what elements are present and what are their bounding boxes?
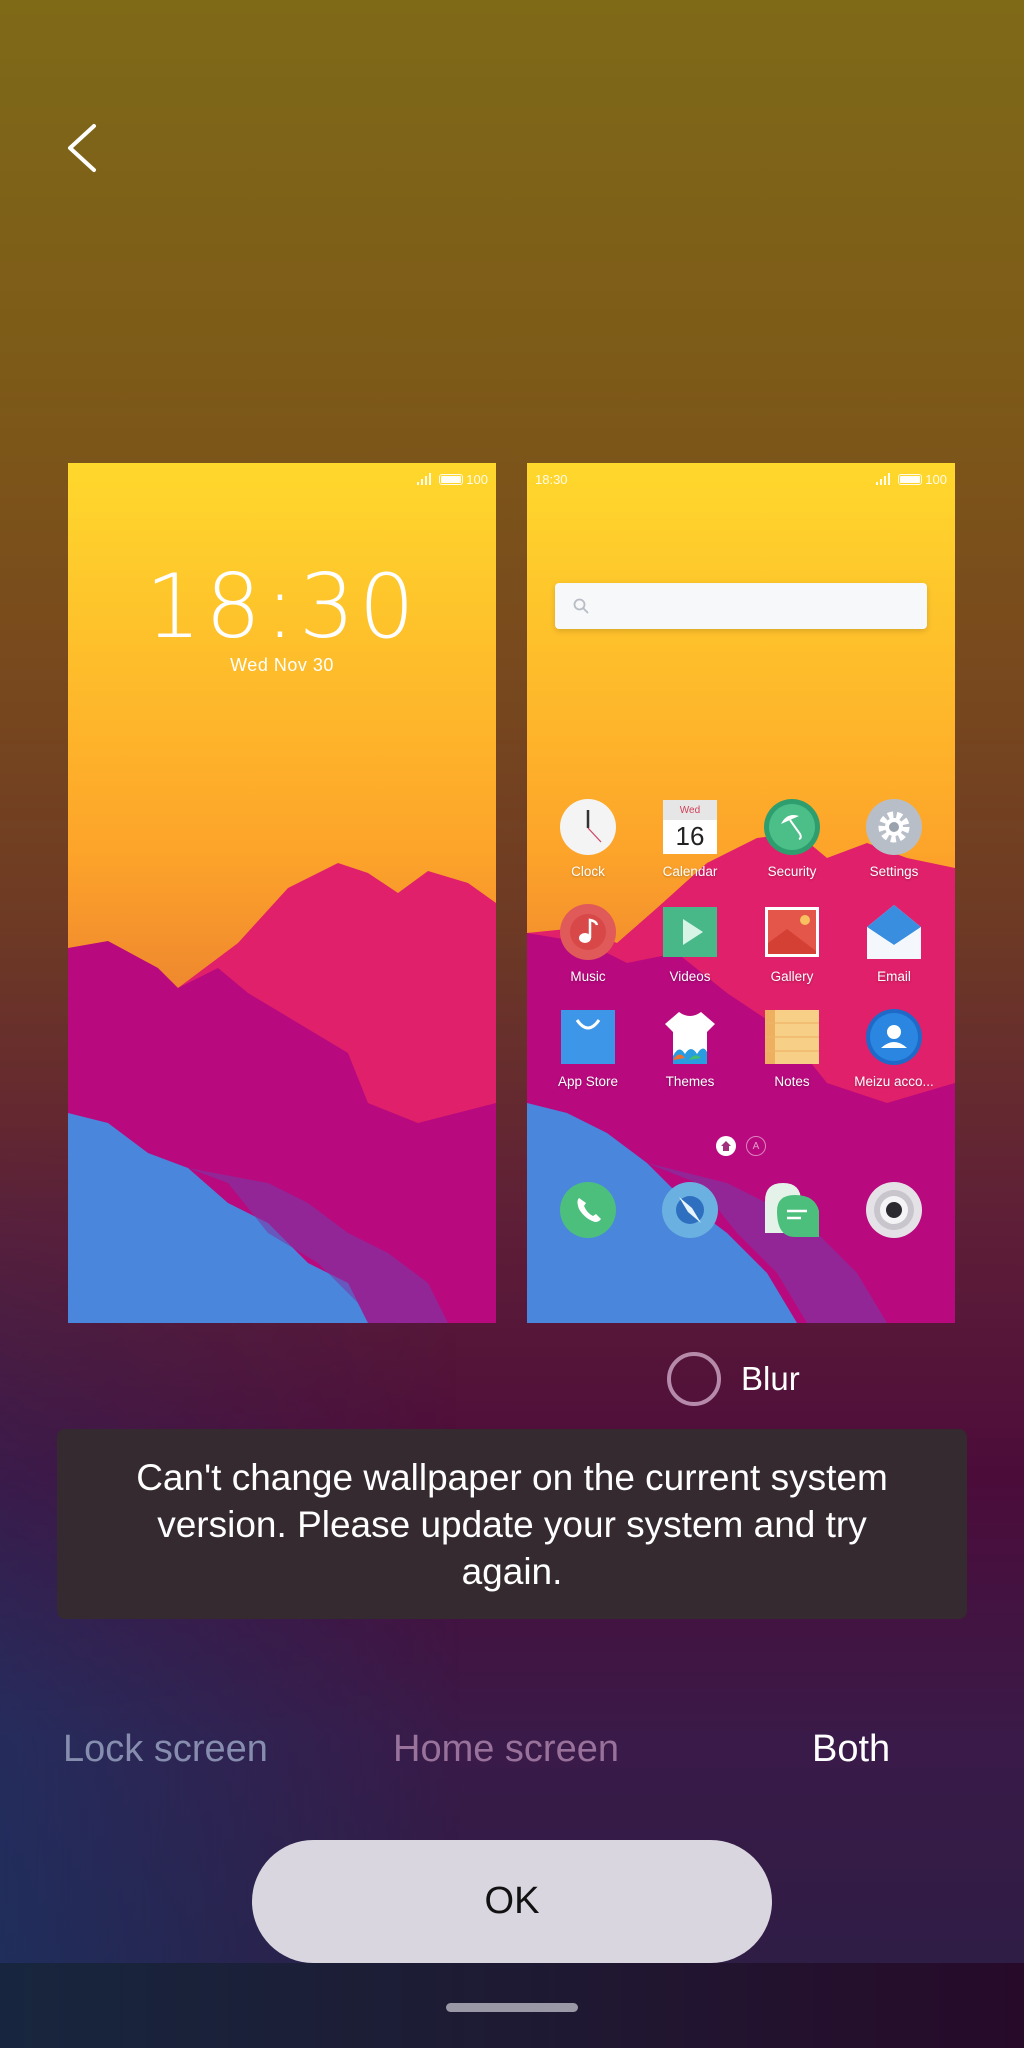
app-label: Music [570,969,606,984]
app-label: Email [877,969,911,984]
messages-icon [765,1183,819,1237]
app-page-indicator-icon[interactable]: A [746,1136,766,1156]
blur-option[interactable]: Blur [667,1352,800,1406]
app-label: Clock [571,864,605,879]
dock-browser[interactable] [639,1181,741,1239]
app-meizu-account[interactable]: Meizu acco... [843,1008,945,1089]
user-account-icon [866,1009,922,1065]
app-music[interactable]: Music [537,903,639,984]
search-icon [573,598,589,614]
app-themes[interactable]: Themes [639,1008,741,1089]
image-icon [765,907,819,957]
shopping-bag-icon [561,1010,615,1064]
app-clock[interactable]: Clock [537,798,639,879]
tab-lock-screen[interactable]: Lock screen [63,1728,268,1771]
ok-button[interactable]: OK [252,1840,772,1963]
clock-icon [560,799,616,855]
lock-screen-preview[interactable]: 100 18:30 Wed Nov 30 [68,463,496,1323]
app-label: Themes [665,1074,715,1089]
music-note-icon [560,904,616,960]
app-gallery[interactable]: Gallery [741,903,843,984]
phone-icon [560,1182,616,1238]
play-icon [663,907,717,957]
page-indicator: A [527,1136,955,1156]
apply-target-tabs: Lock screen Home screen Both [0,1728,1024,1788]
signal-icon [876,473,891,485]
battery-icon: 100 [439,472,488,487]
svg-text:16: 16 [676,821,705,851]
camera-icon [866,1182,922,1238]
blur-radio[interactable] [667,1352,721,1406]
envelope-icon [867,905,921,959]
dock [537,1181,945,1239]
lock-clock: 18:30 [145,555,419,658]
dock-messages[interactable] [741,1181,843,1239]
app-label: Gallery [770,969,814,984]
app-videos[interactable]: Videos [639,903,741,984]
lock-date: Wed Nov 30 [230,655,334,675]
battery-level: 100 [466,471,488,487]
compass-browser-icon [662,1182,718,1238]
battery-level: 100 [925,471,947,487]
app-settings[interactable]: Settings [843,798,945,879]
app-label: Calendar [662,864,718,879]
tab-both[interactable]: Both [812,1728,890,1771]
home-gesture-handle[interactable] [446,2003,578,2012]
app-label: Meizu acco... [854,1074,934,1089]
blur-label: Blur [741,1360,800,1397]
app-label: Settings [869,864,919,879]
notepad-icon [765,1010,819,1064]
app-label: Notes [774,1074,810,1089]
dock-phone[interactable] [537,1181,639,1239]
app-label: Security [767,864,817,879]
error-toast: Can't change wallpaper on the current sy… [57,1429,967,1619]
app-label: Videos [669,969,711,984]
calendar-icon: Wed 16 [663,800,717,854]
svg-text:Wed: Wed [680,805,700,816]
app-email[interactable]: Email [843,903,945,984]
app-security[interactable]: Security [741,798,843,879]
navigation-bar [0,1963,1024,2048]
signal-icon [417,473,432,485]
back-button[interactable] [58,118,108,178]
tshirt-icon [665,1012,715,1064]
chevron-left-icon [68,124,96,172]
dock-camera[interactable] [843,1181,945,1239]
app-label: App Store [557,1074,619,1089]
home-screen-preview[interactable]: 18:30 100 Clock Wed 16 Calendar Security … [527,463,955,1323]
app-grid: Clock Wed 16 Calendar Security Settings M… [537,798,945,1089]
status-bar: 18:30 100 [535,469,947,489]
umbrella-shield-icon [764,799,820,855]
app-calendar[interactable]: Wed 16 Calendar [639,798,741,879]
app-app-store[interactable]: App Store [537,1008,639,1089]
home-page-indicator-icon[interactable] [716,1136,736,1156]
tab-home-screen[interactable]: Home screen [393,1728,619,1771]
status-time: 18:30 [535,471,568,487]
status-bar: 100 [76,469,488,489]
toast-message: Can't change wallpaper on the current sy… [136,1456,888,1592]
search-bar[interactable] [555,583,927,629]
app-notes[interactable]: Notes [741,1008,843,1089]
battery-icon: 100 [898,472,947,487]
gear-icon [866,799,922,855]
